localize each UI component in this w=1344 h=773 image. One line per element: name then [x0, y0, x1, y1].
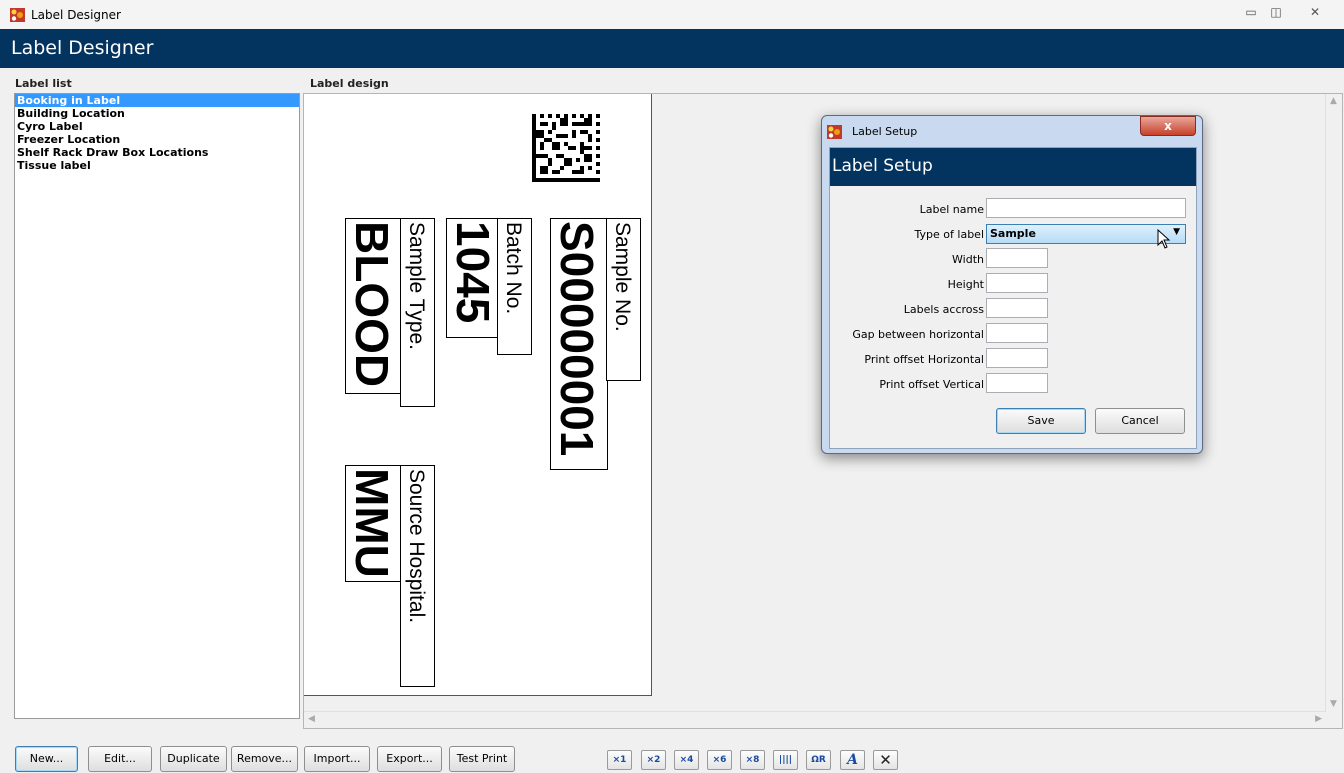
window-title: Label Designer [31, 8, 121, 22]
print-offset-horizontal-label: Print offset Horizontal [864, 353, 984, 366]
field-caption: Source Hospital. [405, 469, 428, 624]
dialog-close-button[interactable]: x [1140, 116, 1196, 136]
label-name-input[interactable] [986, 198, 1186, 218]
list-item[interactable]: Tissue label [15, 159, 299, 172]
field-caption: Sample No. [611, 222, 634, 332]
close-window-button[interactable]: ✕ [1305, 4, 1325, 21]
type-of-label-label: Type of label [914, 228, 984, 241]
list-item[interactable]: Shelf Rack Draw Box Locations [15, 146, 299, 159]
dialog-banner: Label Setup [830, 148, 1196, 186]
test-print-button[interactable]: Test Print [449, 746, 515, 772]
add-field-8-icon[interactable]: ×8 [740, 750, 765, 770]
mouse-cursor-icon [1157, 229, 1171, 249]
remove-button[interactable]: Remove... [231, 746, 298, 772]
datamatrix-icon[interactable]: ΩR [806, 750, 831, 770]
minimize-button[interactable]: ▭ [1241, 4, 1261, 21]
list-item[interactable]: Cyro Label [15, 120, 299, 133]
close-icon: ✕ [1309, 5, 1321, 19]
edit-button[interactable]: Edit... [88, 746, 152, 772]
list-item[interactable]: Freezer Location [15, 133, 299, 146]
field-value: S00000001 [551, 221, 603, 457]
gap-horizontal-input[interactable] [986, 323, 1048, 343]
list-item[interactable]: Building Location [15, 107, 299, 120]
duplicate-button[interactable]: Duplicate [160, 746, 227, 772]
type-of-label-value: Sample [990, 227, 1036, 240]
barcode-icon[interactable]: |||| [773, 750, 798, 770]
chevron-down-icon: ▼ [1173, 227, 1180, 237]
height-input[interactable] [986, 273, 1048, 293]
print-offset-horizontal-input[interactable] [986, 348, 1048, 368]
scroll-down-icon[interactable]: ▼ [1330, 699, 1337, 709]
label-list[interactable]: Booking in Label Building Location Cyro … [14, 93, 300, 719]
dialog-title: Label Setup [852, 125, 918, 138]
add-field-6-icon[interactable]: ×6 [707, 750, 732, 770]
dialog-app-icon [827, 125, 842, 139]
field-caption-box[interactable]: Batch No. [497, 218, 532, 355]
labels-across-input[interactable] [986, 298, 1048, 318]
type-of-label-select[interactable]: Sample ▼ [986, 224, 1186, 244]
horizontal-scrollbar[interactable]: ◀ ▶ [304, 711, 1326, 728]
restore-icon: ◫ [1270, 5, 1282, 19]
label-name-label: Label name [919, 203, 984, 216]
field-caption: Sample Type. [405, 222, 428, 351]
label-list-caption: Label list [15, 77, 72, 90]
dialog-banner-title: Label Setup [832, 156, 933, 176]
labels-across-label: Labels accross [903, 303, 984, 316]
field-value-box[interactable]: MMU [345, 465, 402, 582]
font-icon[interactable]: A [840, 750, 865, 770]
field-value-box[interactable]: BLOOD [345, 218, 402, 394]
field-value-box[interactable]: 1045 [446, 218, 499, 338]
field-caption-box[interactable]: Sample Type. [400, 218, 435, 407]
scroll-left-icon[interactable]: ◀ [308, 714, 315, 724]
maximize-button[interactable]: ◫ [1266, 4, 1286, 21]
field-caption: Batch No. [502, 222, 525, 315]
close-icon: x [1164, 119, 1172, 133]
export-button[interactable]: Export... [377, 746, 442, 772]
import-button[interactable]: Import... [304, 746, 370, 772]
banner-title: Label Designer [11, 37, 154, 59]
field-caption-box[interactable]: Source Hospital. [400, 465, 435, 687]
label-setup-dialog: Label Setup x Label Setup Label name Typ… [821, 115, 1203, 454]
list-item[interactable]: Booking in Label [15, 94, 299, 107]
field-value-box[interactable]: S00000001 [550, 218, 608, 470]
label-design-caption: Label design [310, 77, 389, 90]
scroll-right-icon[interactable]: ▶ [1315, 714, 1322, 724]
delete-icon[interactable]: ✕ [873, 750, 898, 770]
vertical-scrollbar[interactable]: ▲ ▼ [1325, 94, 1342, 711]
app-icon [10, 8, 25, 22]
cancel-button[interactable]: Cancel [1095, 408, 1185, 434]
save-button[interactable]: Save [996, 408, 1086, 434]
field-value: MMU [346, 468, 398, 578]
add-field-4-icon[interactable]: ×4 [674, 750, 699, 770]
new-button[interactable]: New... [15, 746, 78, 772]
height-label: Height [947, 278, 984, 291]
label-canvas[interactable]: BLOOD Sample Type. 1045 Batch No. S00000… [304, 94, 652, 696]
field-caption-box[interactable]: Sample No. [606, 218, 641, 381]
print-offset-vertical-label: Print offset Vertical [879, 378, 984, 391]
width-input[interactable] [986, 248, 1048, 268]
scroll-up-icon[interactable]: ▲ [1330, 96, 1337, 106]
minimize-icon: ▭ [1245, 5, 1257, 19]
gap-horizontal-label: Gap between horizontal [852, 328, 984, 341]
width-label: Width [952, 253, 984, 266]
print-offset-vertical-input[interactable] [986, 373, 1048, 393]
app-banner: Label Designer [0, 29, 1344, 68]
dialog-body: Label Setup Label name Type of label Sam… [829, 147, 1197, 449]
add-field-2-icon[interactable]: ×2 [641, 750, 666, 770]
field-value: BLOOD [346, 221, 398, 388]
field-value: 1045 [447, 221, 499, 324]
datamatrix-barcode[interactable] [532, 114, 600, 182]
window-titlebar: Label Designer ▭ ◫ ✕ [0, 0, 1344, 29]
add-field-1-icon[interactable]: ×1 [607, 750, 632, 770]
